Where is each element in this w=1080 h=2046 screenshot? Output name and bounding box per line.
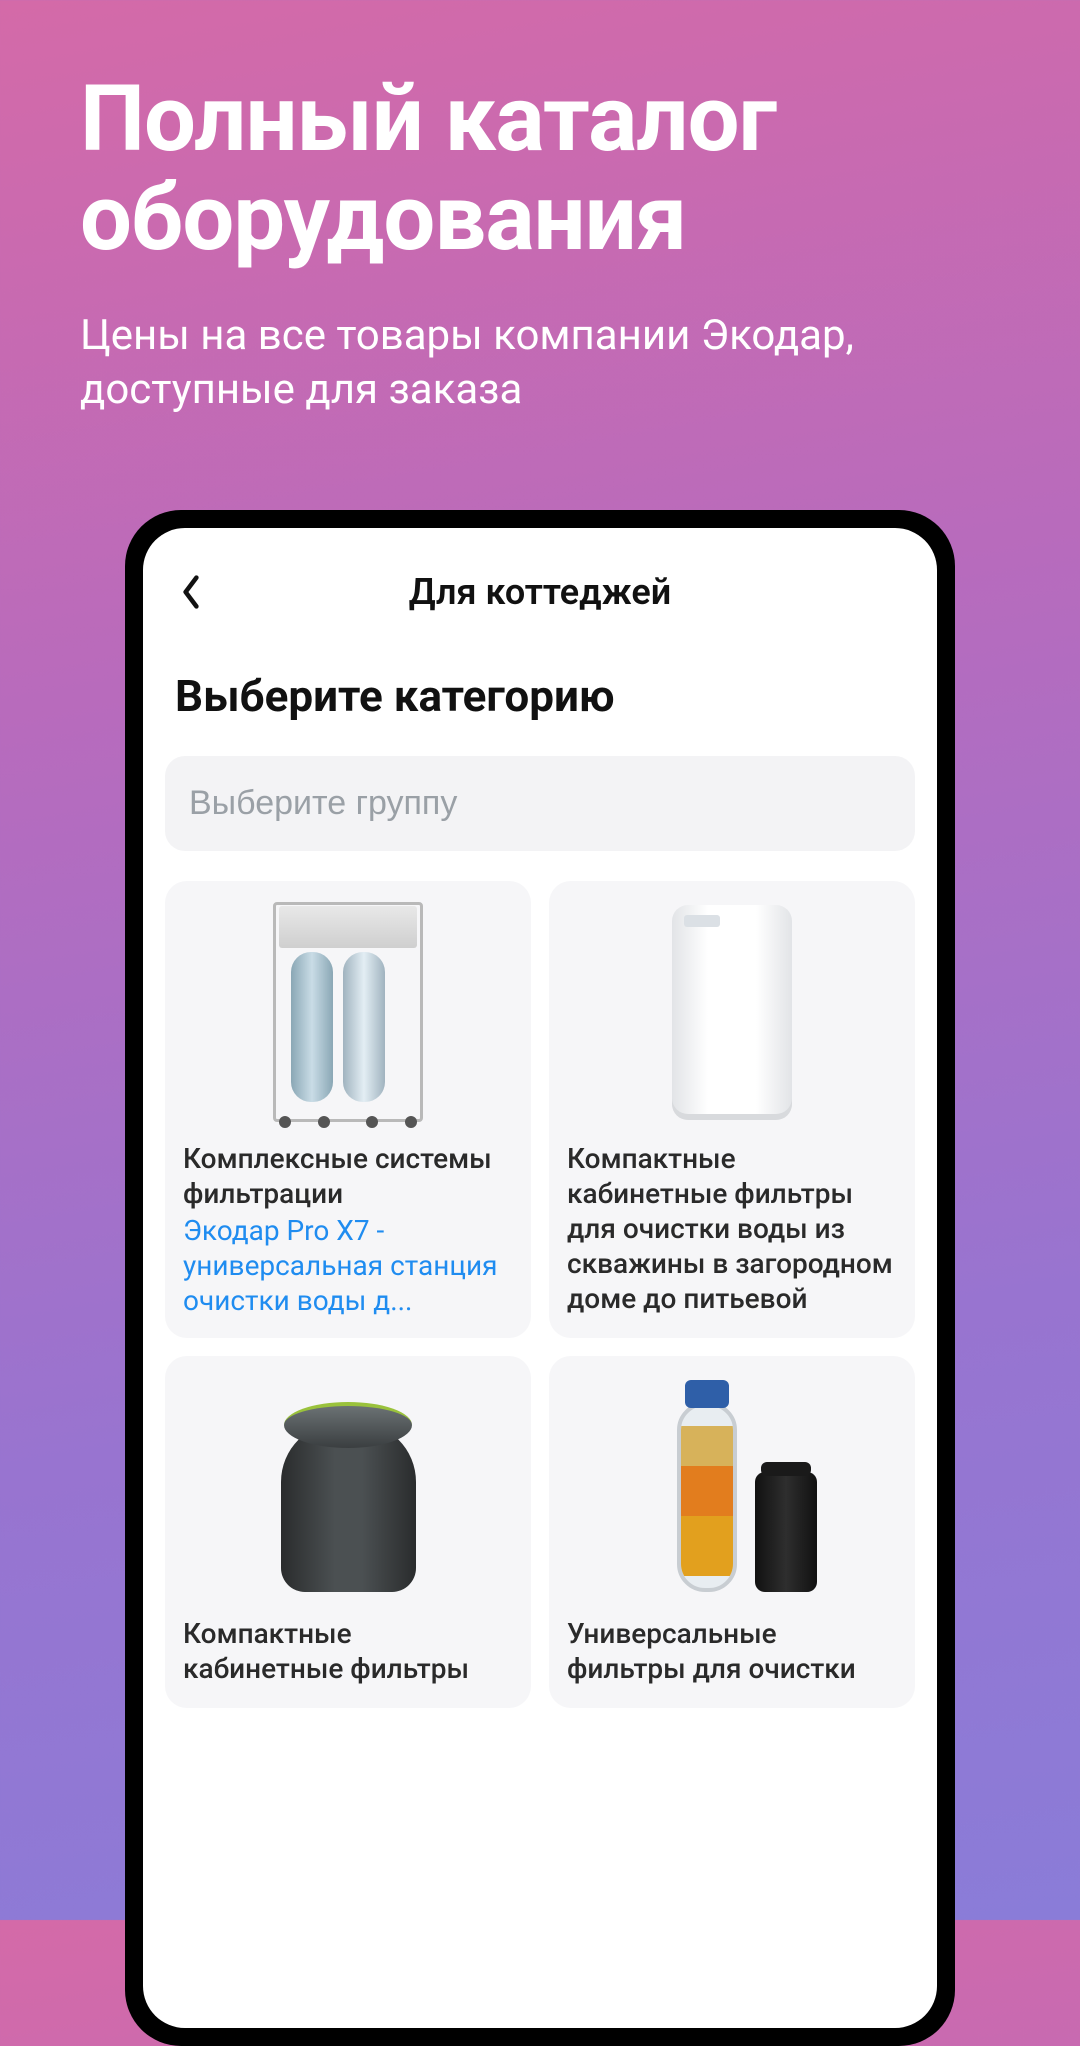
phone-screen: Для коттеджей Выберите категорию Комплек… bbox=[143, 528, 937, 2028]
category-title: Комплексные системы фильтрации bbox=[183, 1141, 513, 1211]
app-header: Для коттеджей bbox=[165, 564, 915, 620]
category-grid: Комплексные системы фильтрации Экодар Pr… bbox=[165, 881, 915, 1708]
product-image bbox=[567, 897, 897, 1127]
category-title: Универсальные фильтры для очистки bbox=[567, 1616, 897, 1686]
category-card[interactable]: Универсальные фильтры для очистки bbox=[549, 1356, 915, 1708]
round-filter-illustration bbox=[281, 1382, 416, 1592]
category-card[interactable]: Компактные кабинетные фильтры bbox=[165, 1356, 531, 1708]
section-title: Выберите категорию bbox=[175, 670, 905, 722]
phone-frame: Для коттеджей Выберите категорию Комплек… bbox=[125, 510, 955, 2046]
hero-title: Полный каталог оборудования bbox=[0, 0, 1080, 269]
category-title: Компактные кабинетные фильтры bbox=[183, 1616, 513, 1686]
back-button[interactable] bbox=[171, 572, 211, 612]
multi-filter-illustration bbox=[647, 1382, 817, 1592]
category-card[interactable]: Компактные кабинетные фильтры для очистк… bbox=[549, 881, 915, 1338]
product-image bbox=[567, 1372, 897, 1602]
chevron-left-icon bbox=[180, 574, 202, 610]
white-filter-illustration bbox=[672, 905, 792, 1120]
category-title: Компактные кабинетные фильтры для очистк… bbox=[567, 1141, 897, 1316]
product-image bbox=[183, 1372, 513, 1602]
screen-title: Для коттеджей bbox=[409, 571, 671, 613]
product-image bbox=[183, 897, 513, 1127]
filter-rack-illustration bbox=[273, 902, 423, 1122]
hero-subtitle: Цены на все товары компании Экодар, дост… bbox=[0, 269, 1080, 418]
category-card[interactable]: Комплексные системы фильтрации Экодар Pr… bbox=[165, 881, 531, 1338]
group-select-input[interactable] bbox=[165, 756, 915, 851]
category-link[interactable]: Экодар Pro X7 - универсальная станция оч… bbox=[183, 1213, 513, 1318]
